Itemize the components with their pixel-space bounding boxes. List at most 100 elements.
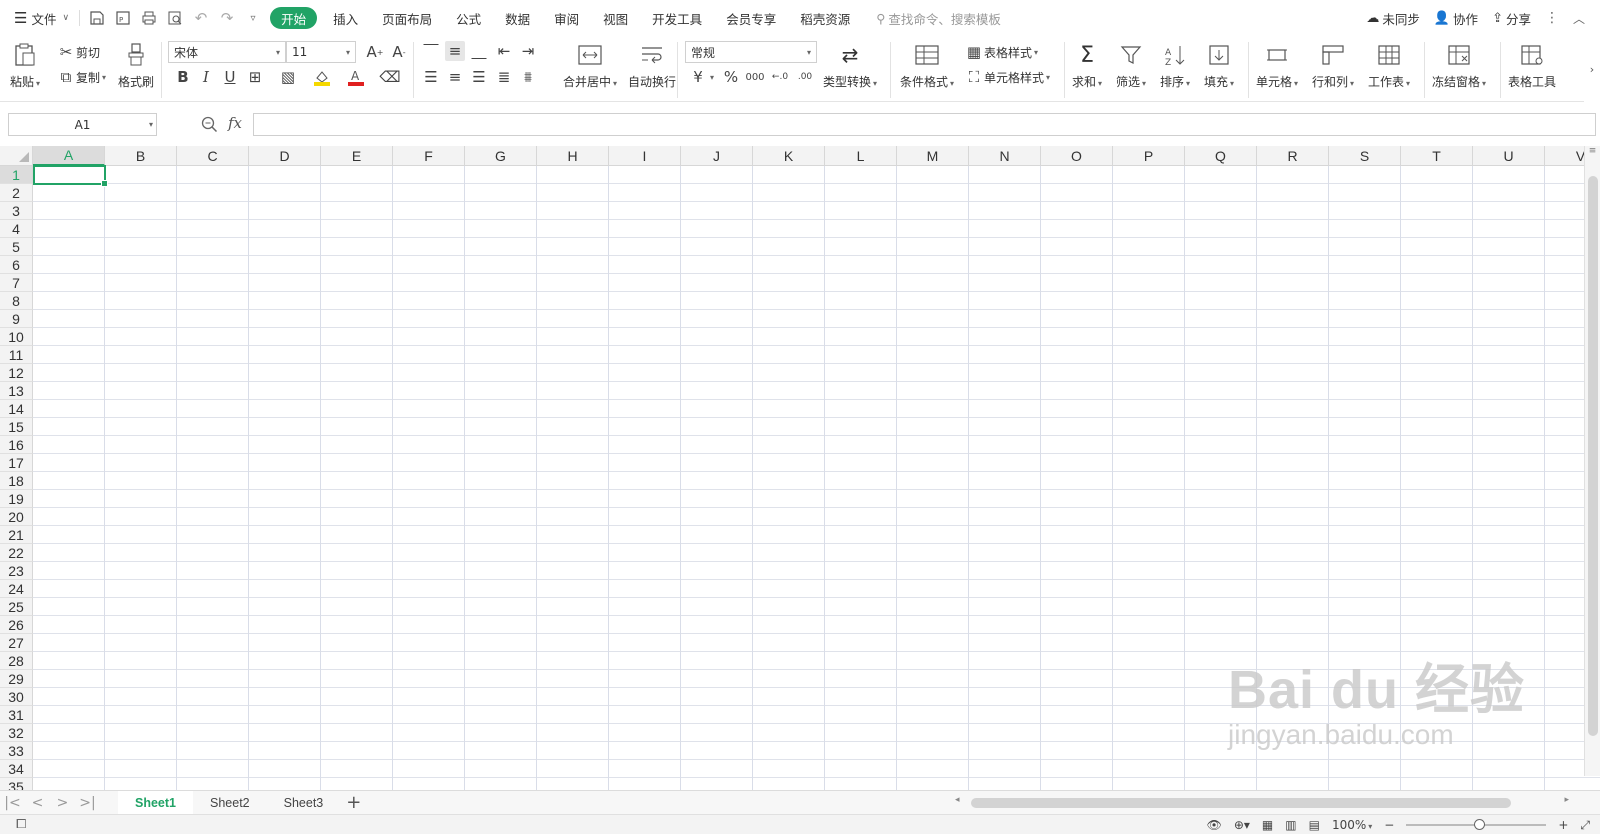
row-header[interactable]: 8: [0, 292, 33, 310]
formula-input[interactable]: [253, 113, 1596, 136]
row-header[interactable]: 2: [0, 184, 33, 202]
sort-button[interactable]: AZ 排序 ▾: [1160, 40, 1190, 90]
row-header[interactable]: 35: [0, 778, 33, 790]
align-center-icon[interactable]: ≡: [445, 67, 465, 87]
select-all-corner[interactable]: [0, 146, 33, 166]
worksheet-button[interactable]: 工作表 ▾: [1368, 40, 1410, 90]
add-sheet-icon[interactable]: +: [346, 792, 361, 813]
normal-view-icon[interactable]: ▦: [1262, 818, 1273, 832]
column-header[interactable]: Q: [1185, 146, 1257, 166]
file-menu[interactable]: ☰ 文件 ∨: [0, 0, 75, 36]
save-icon[interactable]: [84, 0, 110, 36]
row-header[interactable]: 16: [0, 436, 33, 454]
decrease-indent-icon[interactable]: ⇤: [494, 41, 514, 61]
table-tools-button[interactable]: 表格工具: [1508, 40, 1556, 90]
currency-button[interactable]: ¥ ▾: [688, 67, 714, 87]
tab-view[interactable]: 视图: [591, 0, 640, 36]
cut-button[interactable]: ✂ 剪切: [56, 42, 100, 62]
tab-formulas[interactable]: 公式: [444, 0, 493, 36]
column-header[interactable]: L: [825, 146, 897, 166]
row-header[interactable]: 9: [0, 310, 33, 328]
merge-center-button[interactable]: 合并居中 ▾: [563, 40, 617, 90]
column-header[interactable]: M: [897, 146, 969, 166]
row-header[interactable]: 6: [0, 256, 33, 274]
row-header[interactable]: 31: [0, 706, 33, 724]
column-header[interactable]: A: [33, 146, 105, 166]
vertical-scroll-thumb[interactable]: [1588, 176, 1598, 736]
tab-docer[interactable]: 稻壳资源: [788, 0, 862, 36]
column-header[interactable]: O: [1041, 146, 1113, 166]
eraser-icon[interactable]: ⌫: [379, 67, 400, 87]
undo-icon[interactable]: ↶: [188, 0, 214, 36]
next-sheet-icon[interactable]: >: [50, 795, 75, 811]
zoom-out-icon[interactable]: −: [1384, 818, 1394, 832]
row-header[interactable]: 1: [0, 166, 33, 184]
column-header[interactable]: S: [1329, 146, 1401, 166]
increase-indent-icon[interactable]: ⇥: [518, 41, 538, 61]
print-icon[interactable]: [136, 0, 162, 36]
column-header[interactable]: T: [1401, 146, 1473, 166]
row-header[interactable]: 24: [0, 580, 33, 598]
row-header[interactable]: 17: [0, 454, 33, 472]
align-right-icon[interactable]: ☰: [469, 67, 489, 87]
last-sheet-icon[interactable]: >|: [75, 795, 100, 811]
zoom-formula-icon[interactable]: [201, 116, 218, 133]
row-header[interactable]: 10: [0, 328, 33, 346]
first-sheet-icon[interactable]: |<: [0, 795, 25, 811]
share-button[interactable]: ⇪ 分享: [1485, 0, 1538, 36]
paste-button[interactable]: 粘贴 ▾: [10, 40, 40, 90]
type-convert-button[interactable]: ⇄ 类型转换 ▾: [823, 40, 877, 90]
row-header[interactable]: 4: [0, 220, 33, 238]
cell-style-button[interactable]: ⛶ 单元格样式 ▾: [964, 67, 1050, 87]
column-header[interactable]: H: [537, 146, 609, 166]
collapse-ribbon-icon[interactable]: ︿: [1566, 0, 1592, 36]
tab-member[interactable]: 会员专享: [714, 0, 788, 36]
wrap-text-button[interactable]: 自动换行: [628, 40, 676, 90]
tab-insert[interactable]: 插入: [321, 0, 370, 36]
column-header[interactable]: D: [249, 146, 321, 166]
conditional-format-button[interactable]: 条件格式 ▾: [900, 40, 954, 90]
zoom-level[interactable]: 100% ▾: [1332, 818, 1372, 832]
distribute-icon[interactable]: ⩩: [518, 67, 538, 87]
row-header[interactable]: 7: [0, 274, 33, 292]
selected-cell-a1[interactable]: [33, 165, 108, 187]
row-header[interactable]: 11: [0, 346, 33, 364]
column-header[interactable]: U: [1473, 146, 1545, 166]
row-header[interactable]: 28: [0, 652, 33, 670]
tab-home[interactable]: 开始: [270, 7, 318, 29]
row-header[interactable]: 34: [0, 760, 33, 778]
increase-decimal-icon[interactable]: ←.0: [770, 67, 790, 87]
row-header[interactable]: 30: [0, 688, 33, 706]
copy-button[interactable]: ⧉ 复制 ▾: [56, 67, 106, 87]
print-preview-icon[interactable]: [162, 0, 188, 36]
number-format-select[interactable]: 常规 ▾: [685, 41, 817, 63]
scroll-up-icon[interactable]: ≡: [1585, 146, 1600, 156]
insert-function-button[interactable]: fx: [228, 114, 242, 132]
row-header[interactable]: 13: [0, 382, 33, 400]
collaborate-button[interactable]: 👤 协作: [1427, 0, 1485, 36]
zoom-slider-knob[interactable]: [1474, 819, 1486, 830]
language-icon[interactable]: ⊕▾: [1234, 818, 1250, 832]
freeze-panes-button[interactable]: 冻结窗格 ▾: [1432, 40, 1486, 90]
tab-data[interactable]: 数据: [493, 0, 542, 36]
row-col-button[interactable]: 行和列 ▾: [1312, 40, 1354, 90]
row-header[interactable]: 25: [0, 598, 33, 616]
borders-icon[interactable]: ⊞: [245, 67, 265, 87]
column-header[interactable]: B: [105, 146, 177, 166]
bold-icon[interactable]: B: [173, 67, 193, 87]
row-header[interactable]: 22: [0, 544, 33, 562]
font-size-select[interactable]: 11 ▾: [286, 41, 356, 63]
fullscreen-icon[interactable]: ⤢: [1580, 818, 1590, 833]
row-header[interactable]: 5: [0, 238, 33, 256]
fill-color-icon[interactable]: [312, 67, 332, 87]
column-header[interactable]: R: [1257, 146, 1329, 166]
row-header[interactable]: 12: [0, 364, 33, 382]
align-middle-icon[interactable]: ≡: [445, 41, 465, 61]
page-break-view-icon[interactable]: ▤: [1309, 818, 1320, 832]
decrease-font-icon[interactable]: A-: [389, 42, 409, 62]
table-style-button[interactable]: ▦ 表格样式 ▾: [964, 42, 1038, 62]
sheet-tab-sheet1[interactable]: Sheet1: [118, 790, 193, 815]
column-header[interactable]: K: [753, 146, 825, 166]
align-bottom-icon[interactable]: ⎽: [469, 41, 489, 61]
row-header[interactable]: 26: [0, 616, 33, 634]
